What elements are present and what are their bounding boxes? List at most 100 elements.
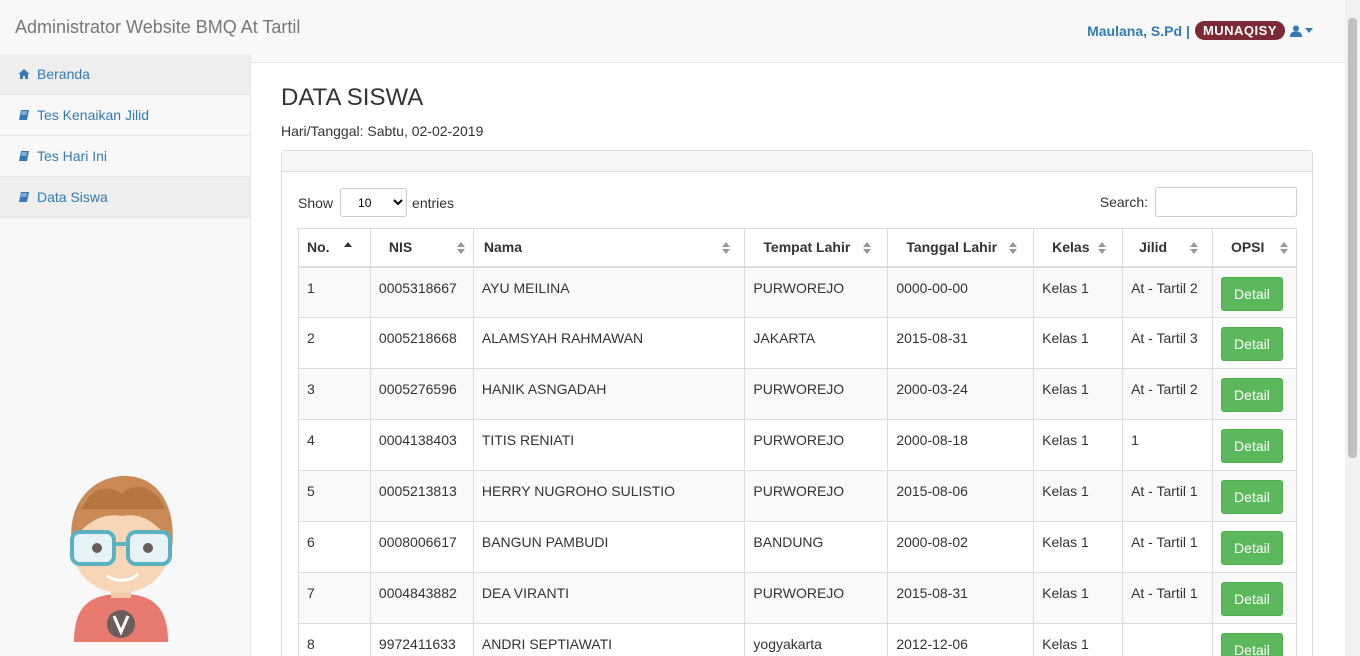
detail-button[interactable]: Detail: [1220, 327, 1283, 361]
book-icon: [19, 110, 29, 120]
sort-both-icon: [722, 242, 731, 254]
cell-nis: 0005276596: [369, 368, 474, 420]
panel-heading: [282, 151, 1312, 172]
detail-button[interactable]: Detail: [1220, 429, 1283, 463]
search-control: Search:: [1100, 187, 1297, 217]
cell-jilid: At - Tartil 2: [1122, 368, 1213, 420]
sort-ascending-icon: [343, 242, 352, 247]
detail-button[interactable]: Detail: [1220, 378, 1283, 412]
cell-nis: 9972411633: [369, 623, 474, 656]
cell-tanggal-lahir: 2015-08-31: [887, 572, 1035, 624]
cell-tempat-lahir: PURWOREJO: [744, 266, 889, 318]
cell-nis: 0005213813: [369, 470, 474, 522]
cell-tempat-lahir: PURWOREJO: [744, 419, 889, 471]
cell-no: 5: [298, 470, 371, 522]
cell-jilid: [1122, 623, 1213, 656]
cell-jilid: At - Tartil 2: [1122, 266, 1213, 318]
cell-no: 7: [298, 572, 371, 624]
sort-both-icon: [1098, 242, 1107, 254]
page-length-select[interactable]: 10: [340, 188, 408, 217]
cell-nama: ANDRI SEPTIAWATI: [472, 623, 746, 656]
cell-tanggal-lahir: 2015-08-06: [887, 470, 1035, 522]
cell-kelas: Kelas 1: [1033, 623, 1124, 656]
cell-no: 8: [298, 623, 371, 656]
cell-nama: DEA VIRANTI: [472, 572, 746, 624]
sidebar-item-beranda[interactable]: Beranda: [0, 54, 250, 95]
search-label: Search:: [1099, 194, 1148, 210]
page-length-control: Show 10 entries: [298, 188, 454, 217]
cell-opsi: Detail: [1211, 266, 1298, 318]
role-badge: MUNAQISY: [1194, 21, 1285, 40]
user-name: Maulana, S.Pd: [1087, 22, 1183, 39]
sidebar-item-tes-hari-ini[interactable]: Tes Hari Ini: [0, 136, 250, 177]
cell-tempat-lahir: BANDUNG: [744, 521, 889, 573]
user-menu[interactable]: Maulana, S.Pd | MUNAQISY: [1087, 21, 1313, 40]
table-row: 1 0005318667 AYU MEILINA PURWOREJO 0000-…: [298, 266, 1298, 318]
cell-tempat-lahir: yogyakarta: [744, 623, 889, 656]
column-header-nis[interactable]: NIS: [369, 228, 474, 268]
cell-nis: 0005218668: [369, 317, 474, 369]
cell-kelas: Kelas 1: [1033, 572, 1124, 624]
cell-nis: 0004843882: [369, 572, 474, 624]
cell-kelas: Kelas 1: [1033, 470, 1124, 522]
column-header-tanggal-lahir[interactable]: Tanggal Lahir: [887, 228, 1035, 268]
table-row: 7 0004843882 DEA VIRANTI PURWOREJO 2015-…: [298, 572, 1298, 624]
cell-nama: TITIS RENIATI: [472, 419, 746, 471]
separator: |: [1186, 22, 1190, 39]
chevron-down-icon: [1305, 28, 1313, 33]
detail-button[interactable]: Detail: [1220, 582, 1283, 616]
cell-tanggal-lahir: 0000-00-00: [887, 266, 1035, 318]
book-icon: [19, 151, 29, 161]
detail-button[interactable]: Detail: [1220, 480, 1283, 514]
cell-tempat-lahir: PURWOREJO: [744, 368, 889, 420]
column-header-opsi[interactable]: OPSI: [1211, 228, 1298, 268]
book-icon: [19, 192, 29, 202]
cell-kelas: Kelas 1: [1033, 419, 1124, 471]
cell-kelas: Kelas 1: [1033, 368, 1124, 420]
cell-tanggal-lahir: 2000-08-18: [887, 419, 1035, 471]
column-header-jilid[interactable]: Jilid: [1122, 228, 1213, 268]
cell-jilid: At - Tartil 1: [1122, 572, 1213, 624]
cell-nama: BANGUN PAMBUDI: [472, 521, 746, 573]
scrollbar-thumb[interactable]: [1348, 18, 1357, 458]
detail-button[interactable]: Detail: [1220, 531, 1283, 565]
cell-opsi: Detail: [1211, 623, 1298, 656]
sidebar-item-tes-kenaikan-jilid[interactable]: Tes Kenaikan Jilid: [0, 95, 250, 136]
cell-jilid: At - Tartil 1: [1122, 470, 1213, 522]
sidebar-item-label: Beranda: [37, 66, 90, 82]
table-header-row: No. NIS Nama Tempat Lahir Tanggal Lahir …: [298, 228, 1298, 268]
home-icon: [18, 69, 30, 79]
column-header-no[interactable]: No.: [298, 228, 371, 268]
students-table: No. NIS Nama Tempat Lahir Tanggal Lahir …: [298, 228, 1298, 656]
cell-opsi: Detail: [1211, 419, 1298, 471]
cell-kelas: Kelas 1: [1033, 521, 1124, 573]
cell-no: 4: [298, 419, 371, 471]
column-header-tempat-lahir[interactable]: Tempat Lahir: [744, 228, 889, 268]
cell-nis: 0005318667: [369, 266, 474, 318]
sidebar: Beranda Tes Kenaikan Jilid Tes Hari Ini …: [0, 54, 251, 656]
column-header-nama[interactable]: Nama: [472, 228, 746, 268]
main-content: DATA SISWA Hari/Tanggal: Sabtu, 02-02-20…: [251, 64, 1345, 656]
show-label: Show: [298, 194, 334, 211]
detail-button[interactable]: Detail: [1220, 633, 1283, 656]
cell-no: 3: [298, 368, 371, 420]
cell-jilid: At - Tartil 3: [1122, 317, 1213, 369]
page-scrollbar[interactable]: [1345, 0, 1360, 656]
brand-title[interactable]: Administrator Website BMQ At Tartil: [15, 17, 300, 38]
cell-opsi: Detail: [1211, 317, 1298, 369]
cell-nama: HERRY NUGROHO SULISTIO: [472, 470, 746, 522]
sidebar-item-label: Tes Kenaikan Jilid: [37, 107, 150, 123]
search-input[interactable]: [1155, 187, 1297, 217]
cell-kelas: Kelas 1: [1033, 317, 1124, 369]
table-row: 2 0005218668 ALAMSYAH RAHMAWAN JAKARTA 2…: [298, 317, 1298, 369]
sort-both-icon: [1189, 242, 1198, 254]
current-date: Hari/Tanggal: Sabtu, 02-02-2019: [281, 123, 484, 139]
cell-tanggal-lahir: 2000-03-24: [887, 368, 1035, 420]
cell-nama: HANIK ASNGADAH: [472, 368, 746, 420]
column-header-kelas[interactable]: Kelas: [1033, 228, 1124, 268]
sidebar-item-label: Tes Hari Ini: [37, 148, 108, 164]
table-row: 6 0008006617 BANGUN PAMBUDI BANDUNG 2000…: [298, 521, 1298, 573]
sidebar-item-data-siswa[interactable]: Data Siswa: [0, 177, 250, 218]
cell-tanggal-lahir: 2012-12-06: [887, 623, 1035, 656]
detail-button[interactable]: Detail: [1220, 276, 1283, 311]
